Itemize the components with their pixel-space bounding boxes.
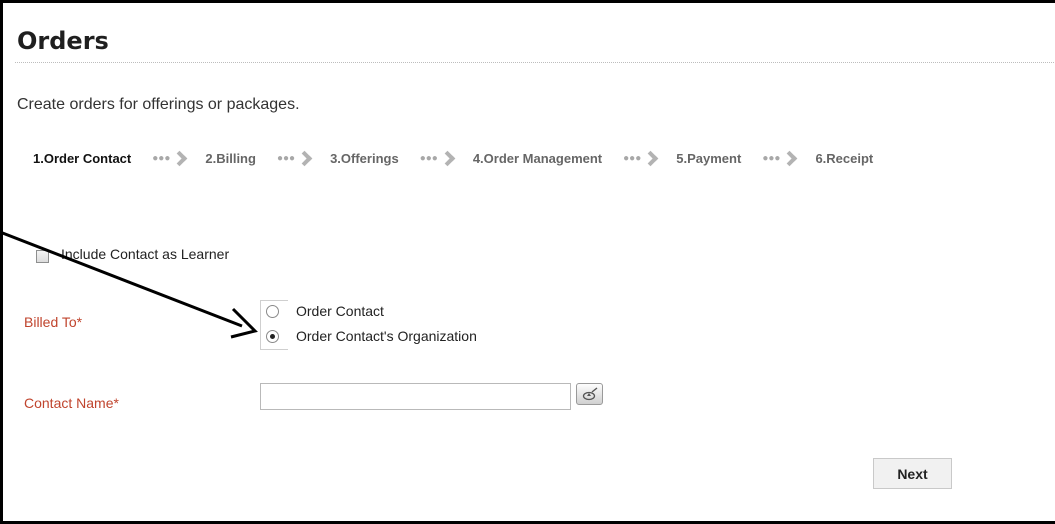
chevron-right-icon: ●●● xyxy=(762,150,799,167)
chevron-right-icon: ●●● xyxy=(623,150,660,167)
wizard-step-offerings[interactable]: 3.Offerings xyxy=(330,151,399,166)
order-wizard-steps: 1.Order Contact ●●● 2.Billing ●●● 3.Offe… xyxy=(33,150,873,167)
next-button[interactable]: Next xyxy=(873,458,952,489)
chevron-right-icon: ●●● xyxy=(277,150,314,167)
radio-order-contact-label: Order Contact xyxy=(296,303,384,319)
wizard-step-payment[interactable]: 5.Payment xyxy=(676,151,741,166)
chevron-right-icon: ●●● xyxy=(420,150,457,167)
radio-order-contact-organization[interactable] xyxy=(266,329,279,343)
include-contact-learner-label: Include Contact as Learner xyxy=(61,246,230,262)
wizard-step-billing[interactable]: 2.Billing xyxy=(205,151,256,166)
wizard-step-receipt[interactable]: 6.Receipt xyxy=(815,151,873,166)
chevron-right-icon: ●●● xyxy=(152,150,189,167)
contact-name-label: Contact Name* xyxy=(24,395,119,411)
wizard-step-order-management[interactable]: 4.Order Management xyxy=(473,151,602,166)
page-title: Orders xyxy=(17,27,109,55)
page-subtitle: Create orders for offerings or packages. xyxy=(17,96,300,113)
billed-to-option-order-contact[interactable]: Order Contact xyxy=(266,303,384,319)
radio-order-contact[interactable] xyxy=(266,304,279,318)
wizard-step-order-contact[interactable]: 1.Order Contact xyxy=(33,151,131,166)
title-divider xyxy=(15,62,1055,63)
billed-to-label: Billed To* xyxy=(24,314,83,330)
include-contact-learner-checkbox[interactable] xyxy=(36,250,49,263)
billed-to-option-organization[interactable]: Order Contact's Organization xyxy=(266,328,477,344)
app-window: Orders Create orders for offerings or pa… xyxy=(0,0,1055,524)
contact-name-input[interactable] xyxy=(260,383,571,410)
lookup-icon[interactable] xyxy=(576,383,603,405)
radio-organization-label: Order Contact's Organization xyxy=(296,328,477,344)
